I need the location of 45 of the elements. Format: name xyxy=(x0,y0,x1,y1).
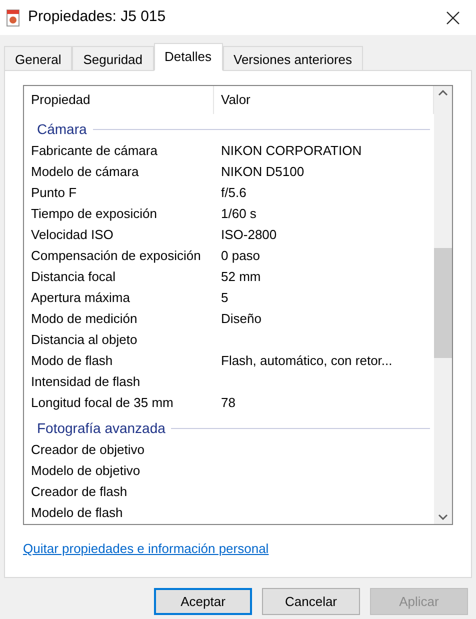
property-name: Modelo de objetivo xyxy=(30,462,142,480)
property-name: Modelo de flash xyxy=(30,504,124,522)
tab[interactable]: Seguridad xyxy=(72,46,154,70)
tab[interactable]: Detalles xyxy=(154,43,222,71)
window-title: Propiedades: J5 015 xyxy=(28,7,167,28)
property-name: Modo de flash xyxy=(30,352,114,370)
remove-properties-link[interactable]: Quitar propiedades e información personal xyxy=(23,539,269,558)
dialog-button[interactable]: Aceptar xyxy=(154,588,252,615)
scroll-up-icon[interactable] xyxy=(438,90,448,96)
scroll-down-icon[interactable] xyxy=(438,514,448,520)
column-header[interactable]: Propiedad xyxy=(24,86,214,114)
dialog-button[interactable]: Cancelar xyxy=(262,588,360,615)
property-name: Compensación de exposición xyxy=(30,246,202,265)
scroll-thumb[interactable] xyxy=(434,248,452,358)
tab[interactable]: General xyxy=(4,46,72,70)
property-name: Intensidad de flash xyxy=(30,372,142,391)
property-name: Tiempo de exposición xyxy=(30,204,158,223)
property-name: Apertura máxima xyxy=(30,288,131,307)
property-name: Distancia al objeto xyxy=(30,330,138,349)
property-name: Punto F xyxy=(30,184,78,202)
property-value: 78 xyxy=(220,394,236,412)
property-value: 1/60 s xyxy=(220,204,258,223)
property-value: 5 xyxy=(220,288,230,307)
property-value: f/5.6 xyxy=(220,184,248,202)
tab[interactable]: Versiones anteriores xyxy=(222,46,364,70)
property-name: Distancia focal xyxy=(30,268,117,286)
group-heading: Cámara xyxy=(37,120,87,138)
property-name: Velocidad ISO xyxy=(30,226,114,244)
property-value: 52 mm xyxy=(220,268,262,286)
property-name: Modo de medición xyxy=(30,310,138,328)
property-name: Longitud focal de 35 mm xyxy=(30,394,174,412)
property-name: Modelo de cámara xyxy=(30,162,140,181)
document-icon xyxy=(6,8,20,26)
property-value: NIKON CORPORATION xyxy=(220,142,363,160)
scrollbar[interactable] xyxy=(434,86,452,524)
property-name: Fabricante de cámara xyxy=(30,142,158,160)
property-name: Creador de objetivo xyxy=(30,440,146,459)
property-value: Diseño xyxy=(220,310,262,328)
close-icon[interactable] xyxy=(446,10,460,24)
group-heading: Fotografía avanzada xyxy=(37,418,166,438)
property-name: Creador de flash xyxy=(30,482,128,501)
property-value: Flash, automático, con retor... xyxy=(220,352,394,370)
property-value: 0 paso xyxy=(220,246,262,265)
property-value: ISO-2800 xyxy=(220,226,278,244)
property-value: NIKON D5100 xyxy=(220,162,306,181)
